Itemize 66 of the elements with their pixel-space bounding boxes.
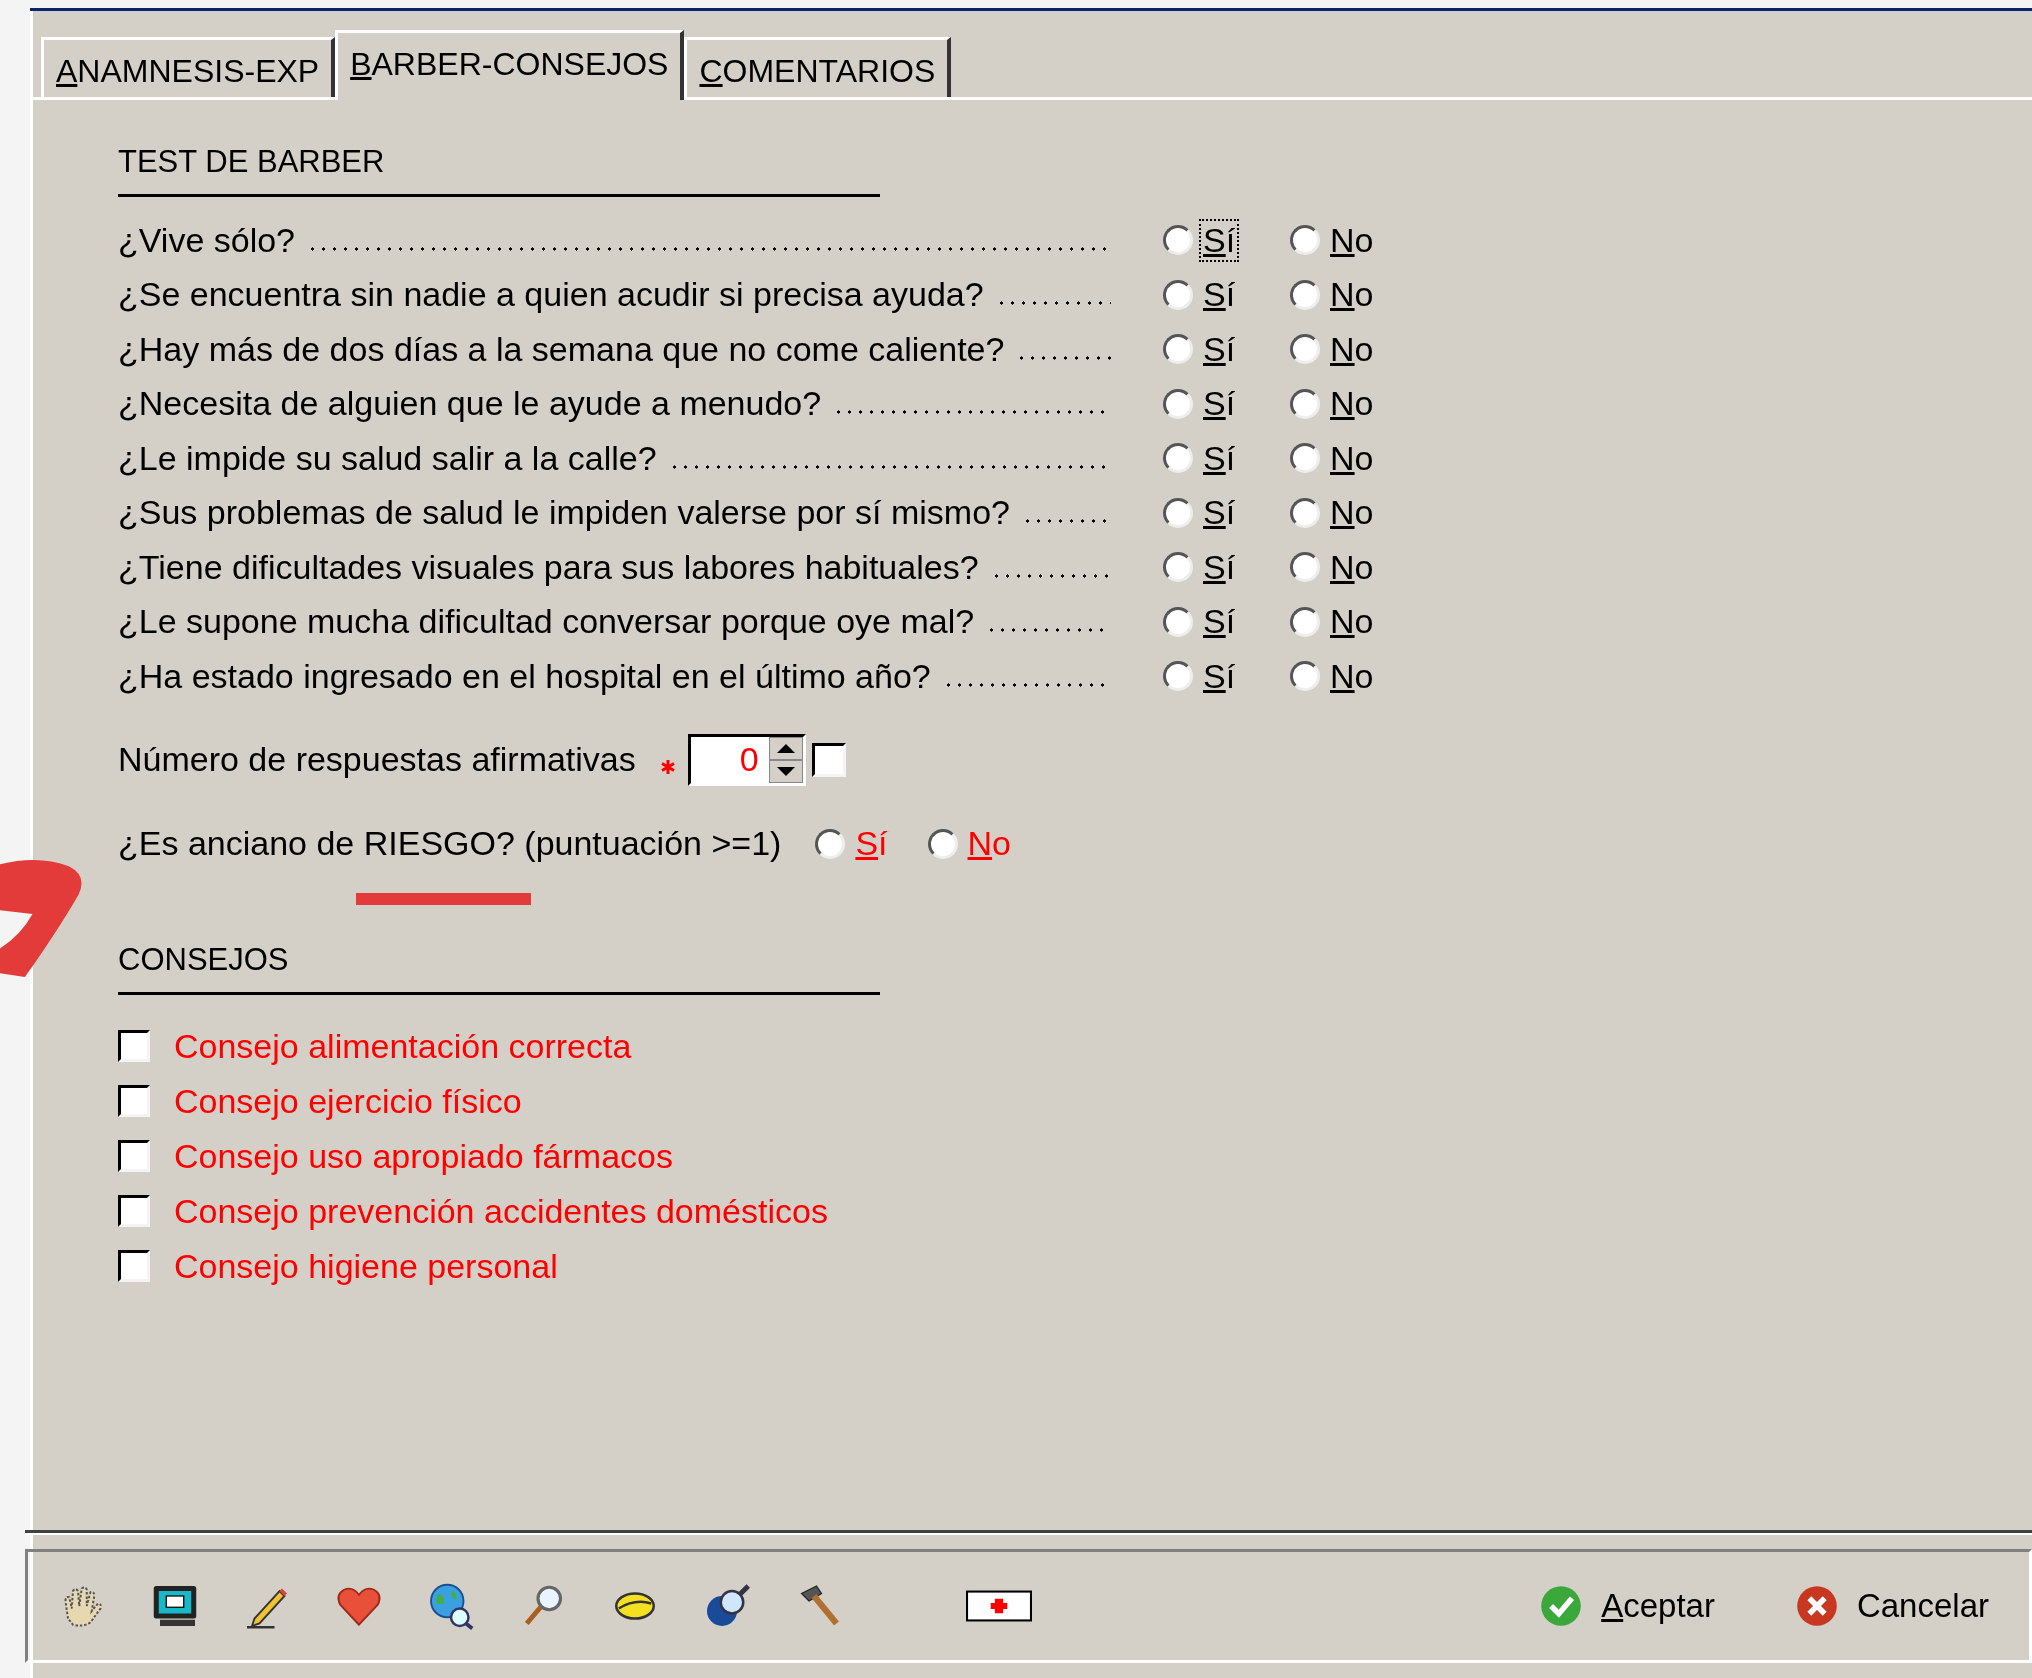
- checkbox[interactable]: [118, 1250, 150, 1282]
- radio-button[interactable]: [1163, 661, 1193, 692]
- risk-label: ¿Es anciano de RIESGO? (puntuación >=1): [118, 824, 782, 863]
- radio-label[interactable]: No: [1326, 491, 1378, 535]
- tab[interactable]: COMENTARIOS: [684, 37, 952, 97]
- radio-button[interactable]: [1290, 497, 1320, 528]
- checkbox[interactable]: [118, 1030, 150, 1062]
- radio-label[interactable]: Sí: [1199, 545, 1240, 589]
- radio-button[interactable]: [1290, 552, 1320, 583]
- radio-label[interactable]: Sí: [1199, 491, 1240, 535]
- radio-label[interactable]: Sí: [1199, 654, 1240, 698]
- radio-label[interactable]: No: [1326, 218, 1378, 262]
- radio-button[interactable]: [1290, 388, 1320, 419]
- tab[interactable]: ANAMNESIS-EXP: [41, 37, 336, 97]
- radio-button[interactable]: [1163, 225, 1193, 256]
- radio-label[interactable]: No: [1326, 600, 1378, 644]
- section-heading: TEST DE BARBER: [118, 144, 880, 197]
- question-text: ¿Sus problemas de salud le impiden valerse por sí mismo?: [118, 493, 1010, 533]
- question-text: ¿Ha estado ingresado en el hospital en el último año?: [118, 656, 931, 696]
- radio-label[interactable]: No: [1326, 545, 1378, 589]
- close-icon: [1794, 1584, 1839, 1628]
- radio-label[interactable]: No: [1326, 327, 1378, 371]
- question-text: ¿Necesita de alguien que le ayude a menudo?: [118, 384, 822, 424]
- radio-label[interactable]: No: [1326, 382, 1378, 426]
- radio-button[interactable]: [1163, 334, 1193, 365]
- question-text: ¿Hay más de dos días a la semana que no come caliente?: [118, 329, 1005, 369]
- radio-button[interactable]: [1290, 606, 1320, 637]
- radio-label[interactable]: Sí: [1199, 382, 1240, 426]
- radio-button[interactable]: [1163, 497, 1193, 528]
- question-text: ¿Le impide su salud salir a la calle?: [118, 438, 657, 478]
- question-text: ¿Se encuentra sin nadie a quien acudir si precisa ayuda?: [118, 275, 984, 315]
- radio-label[interactable]: Sí: [1199, 436, 1240, 480]
- question-text: ¿Tiene dificultades visuales para sus labores habituales?: [118, 547, 979, 587]
- radio-button[interactable]: [815, 828, 846, 859]
- radio-button[interactable]: [1163, 606, 1193, 637]
- section-heading: CONSEJOS: [118, 941, 880, 995]
- radio-button[interactable]: [1163, 388, 1193, 419]
- radio-label[interactable]: No: [1326, 273, 1378, 317]
- checkbox[interactable]: [118, 1140, 150, 1172]
- radio-button[interactable]: [927, 828, 958, 859]
- check-icon: [1539, 1584, 1584, 1628]
- radio-label[interactable]: Sí: [1199, 273, 1240, 317]
- number-spinner[interactable]: 0: [687, 733, 806, 786]
- checkbox[interactable]: [118, 1085, 150, 1117]
- radio-button[interactable]: [1163, 279, 1193, 310]
- radio-button[interactable]: [1163, 443, 1193, 474]
- radio-button[interactable]: [1290, 225, 1320, 256]
- radio-button[interactable]: [1290, 443, 1320, 474]
- radio-label[interactable]: No: [1326, 436, 1378, 480]
- checkbox[interactable]: [118, 1195, 150, 1227]
- checkbox[interactable]: [811, 742, 846, 777]
- dialog-button[interactable]: Aceptar: [1539, 1584, 1715, 1628]
- radio-label[interactable]: Sí: [1199, 327, 1240, 371]
- radio-label[interactable]: Sí: [1199, 600, 1240, 644]
- radio-button[interactable]: [1290, 661, 1320, 692]
- medical-cross-icon[interactable]: [966, 1590, 1032, 1622]
- question-text: ¿Vive sólo?: [118, 220, 296, 260]
- radio-button[interactable]: [1290, 279, 1320, 310]
- count-label: Número de respuestas afirmativas: [118, 740, 636, 779]
- radio-button[interactable]: [1163, 552, 1193, 583]
- radio-button[interactable]: [1290, 334, 1320, 365]
- question-text: ¿Le supone mucha dificultad conversar porque oye mal?: [118, 602, 975, 642]
- tab[interactable]: BARBER-CONSEJOS: [335, 30, 685, 100]
- radio-label[interactable]: No: [1326, 654, 1378, 698]
- radio-label[interactable]: Sí: [1199, 218, 1240, 262]
- dialog-button[interactable]: Cancelar: [1794, 1584, 1989, 1628]
